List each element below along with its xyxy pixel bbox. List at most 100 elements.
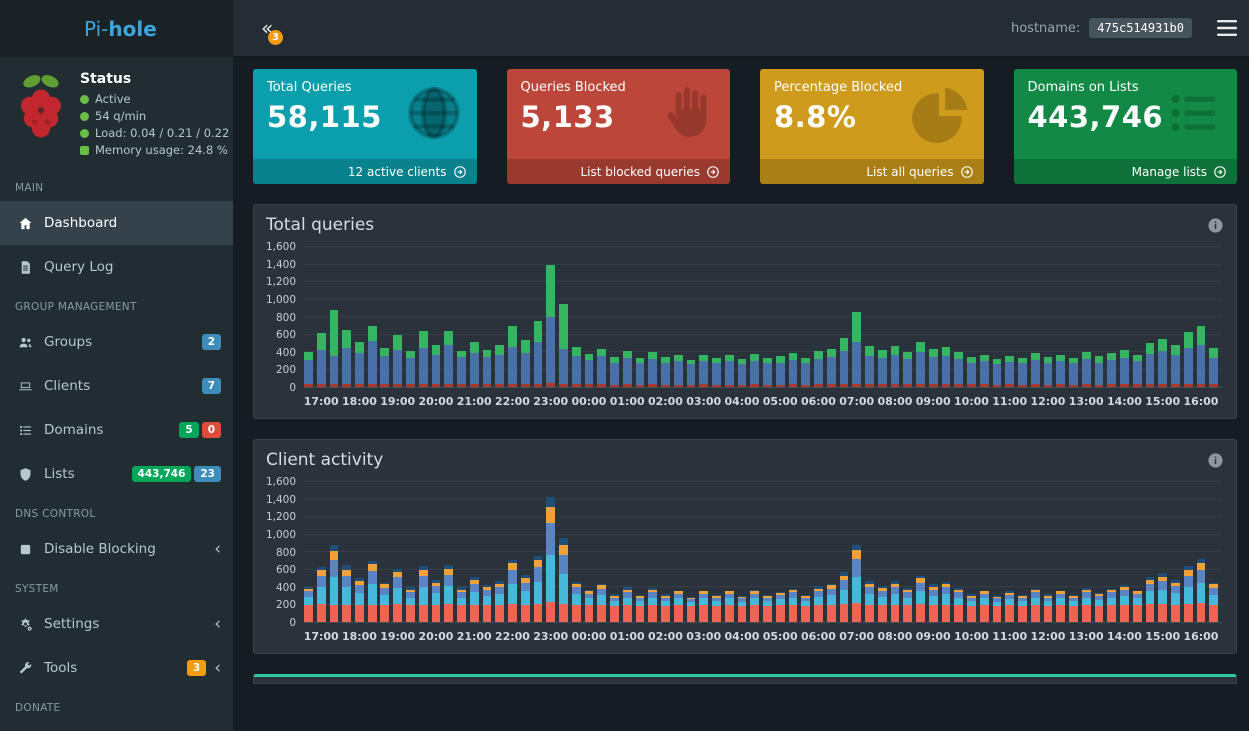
stacked-bar[interactable]: [1209, 482, 1218, 622]
stacked-bar[interactable]: [1107, 247, 1116, 387]
stacked-bar[interactable]: [1133, 482, 1142, 622]
stacked-bar[interactable]: [521, 482, 530, 622]
stacked-bar[interactable]: [470, 482, 479, 622]
stacked-bar[interactable]: [1184, 247, 1193, 387]
stacked-bar[interactable]: [572, 247, 581, 387]
stacked-bar[interactable]: [508, 247, 517, 387]
stacked-bar[interactable]: [1146, 482, 1155, 622]
stacked-bar[interactable]: [444, 482, 453, 622]
sidebar-item-donate[interactable]: Donate: [0, 721, 233, 731]
stacked-bar[interactable]: [648, 482, 657, 622]
sidebar-item-dashboard[interactable]: Dashboard: [0, 201, 233, 245]
stacked-bar[interactable]: [1082, 247, 1091, 387]
card-footer-link[interactable]: 12 active clients: [253, 159, 477, 184]
stacked-bar[interactable]: [1197, 247, 1206, 387]
stacked-bar[interactable]: [725, 482, 734, 622]
stacked-bar[interactable]: [789, 247, 798, 387]
stacked-bar[interactable]: [1018, 482, 1027, 622]
card-footer-link[interactable]: List blocked queries: [507, 159, 731, 184]
stacked-bar[interactable]: [330, 247, 339, 387]
stacked-bar[interactable]: [432, 247, 441, 387]
stacked-bar[interactable]: [903, 247, 912, 387]
stacked-bar[interactable]: [814, 247, 823, 387]
stacked-bar[interactable]: [457, 247, 466, 387]
stacked-bar[interactable]: [1158, 482, 1167, 622]
stacked-bar[interactable]: [929, 482, 938, 622]
stacked-bar[interactable]: [738, 247, 747, 387]
stacked-bar[interactable]: [980, 247, 989, 387]
stacked-bar[interactable]: [636, 247, 645, 387]
stacked-bar[interactable]: [840, 247, 849, 387]
stacked-bar[interactable]: [801, 482, 810, 622]
stacked-bar[interactable]: [1171, 247, 1180, 387]
card-footer-link[interactable]: List all queries: [760, 159, 984, 184]
stacked-bar[interactable]: [380, 482, 389, 622]
stacked-bar[interactable]: [993, 482, 1002, 622]
info-icon[interactable]: [1207, 217, 1224, 234]
stacked-bar[interactable]: [1146, 247, 1155, 387]
stacked-bar[interactable]: [393, 247, 402, 387]
stacked-bar[interactable]: [406, 482, 415, 622]
stacked-bar[interactable]: [597, 247, 606, 387]
stacked-bar[interactable]: [1171, 482, 1180, 622]
stacked-bar[interactable]: [789, 482, 798, 622]
stacked-bar[interactable]: [317, 247, 326, 387]
stacked-bar[interactable]: [419, 247, 428, 387]
stacked-bar[interactable]: [623, 247, 632, 387]
stacked-bar[interactable]: [674, 247, 683, 387]
stacked-bar[interactable]: [585, 482, 594, 622]
stacked-bar[interactable]: [687, 247, 696, 387]
stacked-bar[interactable]: [585, 247, 594, 387]
stacked-bar[interactable]: [776, 482, 785, 622]
stacked-bar[interactable]: [534, 482, 543, 622]
stacked-bar[interactable]: [763, 482, 772, 622]
stacked-bar[interactable]: [993, 247, 1002, 387]
stacked-bar[interactable]: [495, 482, 504, 622]
stacked-bar[interactable]: [648, 247, 657, 387]
stacked-bar[interactable]: [865, 247, 874, 387]
stacked-bar[interactable]: [980, 482, 989, 622]
stacked-bar[interactable]: [750, 247, 759, 387]
stacked-bar[interactable]: [534, 247, 543, 387]
stacked-bar[interactable]: [355, 247, 364, 387]
card-footer-link[interactable]: Manage lists: [1014, 159, 1238, 184]
stacked-bar[interactable]: [674, 482, 683, 622]
stacked-bar[interactable]: [801, 247, 810, 387]
brand[interactable]: Pi-hole: [0, 0, 233, 57]
stacked-bar[interactable]: [1158, 247, 1167, 387]
stacked-bar[interactable]: [725, 247, 734, 387]
stacked-bar[interactable]: [1031, 247, 1040, 387]
stacked-bar[interactable]: [508, 482, 517, 622]
stacked-bar[interactable]: [967, 482, 976, 622]
stacked-bar[interactable]: [1031, 482, 1040, 622]
sidebar-item-clients[interactable]: Clients7: [0, 364, 233, 408]
stacked-bar[interactable]: [814, 482, 823, 622]
stacked-bar[interactable]: [470, 247, 479, 387]
sidebar-item-lists[interactable]: Lists443,74623: [0, 452, 233, 496]
stacked-bar[interactable]: [610, 247, 619, 387]
stacked-bar[interactable]: [1005, 247, 1014, 387]
stacked-bar[interactable]: [1107, 482, 1116, 622]
stacked-bar[interactable]: [1120, 247, 1129, 387]
stacked-bar[interactable]: [1056, 247, 1065, 387]
stacked-bar[interactable]: [393, 482, 402, 622]
stacked-bar[interactable]: [750, 482, 759, 622]
stacked-bar[interactable]: [903, 482, 912, 622]
stacked-bar[interactable]: [712, 482, 721, 622]
stacked-bar[interactable]: [1133, 247, 1142, 387]
menu-toggle-button[interactable]: [1217, 20, 1237, 36]
stacked-bar[interactable]: [1069, 482, 1078, 622]
stacked-bar[interactable]: [304, 482, 313, 622]
stacked-bar[interactable]: [444, 247, 453, 387]
stacked-bar[interactable]: [1044, 247, 1053, 387]
stacked-bar[interactable]: [1044, 482, 1053, 622]
stacked-bar[interactable]: [457, 482, 466, 622]
stacked-bar[interactable]: [852, 247, 861, 387]
stacked-bar[interactable]: [432, 482, 441, 622]
stacked-bar[interactable]: [330, 482, 339, 622]
stacked-bar[interactable]: [827, 247, 836, 387]
stacked-bar[interactable]: [699, 247, 708, 387]
stacked-bar[interactable]: [546, 482, 555, 622]
stacked-bar[interactable]: [406, 247, 415, 387]
stacked-bar[interactable]: [1197, 482, 1206, 622]
